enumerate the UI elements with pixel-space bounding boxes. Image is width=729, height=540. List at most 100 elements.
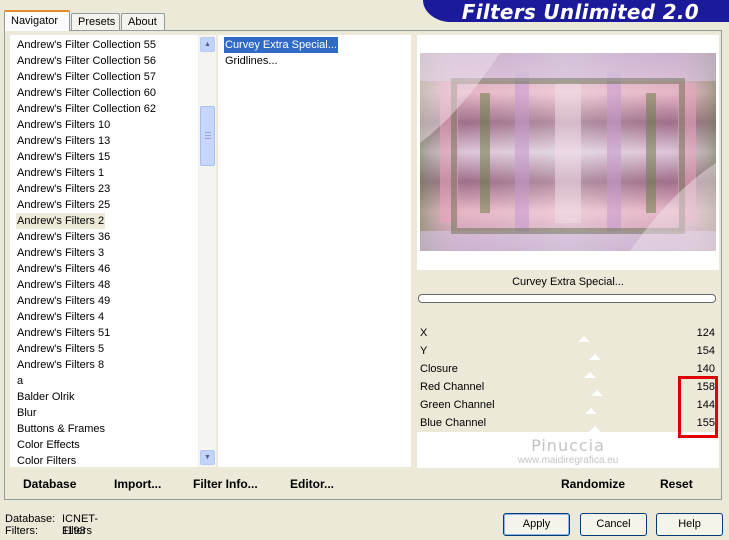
apply-button[interactable]: Apply xyxy=(503,513,570,536)
progress-bar xyxy=(418,294,716,303)
filter-category-item[interactable]: Andrew's Filters 4 xyxy=(10,309,198,325)
filter-category-item[interactable]: Andrew's Filters 13 xyxy=(10,133,198,149)
filter-category-item[interactable]: Andrew's Filters 25 xyxy=(10,197,198,213)
database-label: Database: xyxy=(5,513,56,525)
filter-category-item[interactable]: Color Filters xyxy=(10,453,198,469)
filter-category-label: Color Filters xyxy=(17,455,77,467)
filter-category-item[interactable]: Andrew's Filters 5 xyxy=(10,341,198,357)
filter-category-item[interactable]: Andrew's Filters 1 xyxy=(10,165,198,181)
filters-count: 1193 xyxy=(62,525,86,537)
parameter-label: Blue Channel xyxy=(420,417,487,429)
preview-artwork xyxy=(420,53,716,251)
filter-category-label: Andrew's Filter Collection 62 xyxy=(17,103,157,115)
parameter-value: 124 xyxy=(696,327,715,339)
filter-category-label: Andrew's Filters 36 xyxy=(17,231,111,243)
parameter-slider[interactable]: Closure 140 xyxy=(417,360,719,379)
filter-category-item[interactable]: Andrew's Filters 8 xyxy=(10,357,198,373)
filter-category-item[interactable]: Andrew's Filters 10 xyxy=(10,117,198,133)
filter-category-label: Andrew's Filters 13 xyxy=(17,135,111,147)
filter-category-label: Andrew's Filters 5 xyxy=(17,343,105,355)
filter-category-label: Andrew's Filter Collection 60 xyxy=(17,87,157,99)
cancel-button[interactable]: Cancel xyxy=(580,513,647,536)
effect-label: Gridlines... xyxy=(225,55,278,67)
scroll-up-arrow-icon[interactable]: ▲ xyxy=(200,37,215,52)
parameter-label: X xyxy=(420,327,428,339)
parameter-slider[interactable]: Y 154 xyxy=(417,342,719,361)
filter-category-label: Blur xyxy=(17,407,37,419)
filter-category-label: Andrew's Filters 1 xyxy=(17,167,105,179)
filter-category-item[interactable]: Andrew's Filters 51 xyxy=(10,325,198,341)
filter-category-item[interactable]: Blur xyxy=(10,405,198,421)
reset-button[interactable]: Reset xyxy=(660,477,693,491)
scrollbar-thumb[interactable] xyxy=(200,106,215,166)
filter-category-item[interactable]: Andrew's Filters 46 xyxy=(10,261,198,277)
filter-category-label: Andrew's Filters 3 xyxy=(17,247,105,259)
status-filters: Filters: 1193 xyxy=(5,525,86,537)
filter-category-item[interactable]: Andrew's Filters 48 xyxy=(10,277,198,293)
filter-info-button[interactable]: Filter Info... xyxy=(193,477,258,491)
preview-image xyxy=(420,53,716,251)
banner-title: Filters Unlimited 2.0 xyxy=(461,0,699,24)
import-button[interactable]: Import... xyxy=(114,477,161,491)
database-button[interactable]: Database xyxy=(23,477,76,491)
filter-category-item[interactable]: Andrew's Filter Collection 56 xyxy=(10,53,198,69)
effect-item[interactable]: Curvey Extra Special... xyxy=(218,37,411,53)
filter-category-label: a xyxy=(17,375,24,387)
tab-presets[interactable]: Presets xyxy=(71,13,120,30)
parameter-label: Closure xyxy=(420,363,458,375)
filter-category-item[interactable]: a xyxy=(10,373,198,389)
parameter-value: 154 xyxy=(696,345,715,357)
scroll-down-arrow-icon[interactable]: ▼ xyxy=(200,450,215,465)
filter-category-item[interactable]: Andrew's Filter Collection 62 xyxy=(10,101,198,117)
filter-category-label: Buttons & Frames xyxy=(17,423,106,435)
filter-category-label: Andrew's Filters 51 xyxy=(17,327,111,339)
filter-category-item[interactable]: Andrew's Filters 49 xyxy=(10,293,198,309)
filter-category-label: Andrew's Filters 15 xyxy=(17,151,111,163)
filter-category-label: Andrew's Filters 8 xyxy=(17,359,105,371)
filter-category-item[interactable]: Andrew's Filters 2 xyxy=(10,213,198,229)
filter-category-item[interactable]: Andrew's Filters 23 xyxy=(10,181,198,197)
parameter-label: Green Channel xyxy=(420,399,495,411)
parameter-slider[interactable]: Blue Channel 155 xyxy=(417,414,719,433)
tab-navigator[interactable]: Navigator xyxy=(4,10,70,31)
highlight-box xyxy=(678,376,718,438)
selected-effect-name: Curvey Extra Special... xyxy=(417,270,719,294)
watermark: Pinuccia www.maidiregrafica.eu xyxy=(417,437,719,467)
filter-category-item[interactable]: Andrew's Filter Collection 57 xyxy=(10,69,198,85)
filter-category-item[interactable]: Andrew's Filter Collection 55 xyxy=(10,37,198,53)
filter-category-label: Color Effects xyxy=(17,439,80,451)
filters-label: Filters: xyxy=(5,525,38,537)
tab-about[interactable]: About xyxy=(121,13,165,30)
effect-label: Curvey Extra Special... xyxy=(224,37,338,53)
filter-category-label: Andrew's Filters 46 xyxy=(17,263,111,275)
filter-category-label: Andrew's Filters 2 xyxy=(16,213,106,229)
parameter-slider[interactable]: Green Channel 144 xyxy=(417,396,719,415)
filter-category-rows: Andrew's Filter Collection 55 Andrew's Fi… xyxy=(10,37,198,469)
watermark-site: www.maidiregrafica.eu xyxy=(517,455,619,466)
parameter-slider[interactable]: Red Channel 158 xyxy=(417,378,719,397)
filter-category-label: Andrew's Filters 23 xyxy=(17,183,111,195)
filter-category-label: Andrew's Filter Collection 56 xyxy=(17,55,157,67)
title-banner: Filters Unlimited 2.0 xyxy=(423,0,729,24)
filter-category-item[interactable]: Andrew's Filters 36 xyxy=(10,229,198,245)
filter-category-item[interactable]: Andrew's Filters 15 xyxy=(10,149,198,165)
effect-rows: Curvey Extra Special... Gridlines... xyxy=(218,37,411,69)
editor-button[interactable]: Editor... xyxy=(290,477,334,491)
help-button[interactable]: Help xyxy=(656,513,723,536)
effect-list[interactable]: Curvey Extra Special... Gridlines... xyxy=(218,35,411,467)
slider-thumb[interactable] xyxy=(588,426,603,433)
filter-list-scrollbar[interactable]: ▲ ▼ xyxy=(198,35,216,467)
parameter-slider[interactable]: X 124 xyxy=(417,324,719,343)
effect-item[interactable]: Gridlines... xyxy=(218,53,411,69)
filter-category-item[interactable]: Color Effects xyxy=(10,437,198,453)
parameter-label: Y xyxy=(420,345,428,357)
filter-category-list[interactable]: Andrew's Filter Collection 55 Andrew's Fi… xyxy=(10,35,216,469)
filter-category-item[interactable]: Balder Olrik xyxy=(10,389,198,405)
filter-category-item[interactable]: Andrew's Filter Collection 60 xyxy=(10,85,198,101)
filter-category-label: Andrew's Filters 49 xyxy=(17,295,111,307)
filter-category-item[interactable]: Andrew's Filters 3 xyxy=(10,245,198,261)
randomize-button[interactable]: Randomize xyxy=(561,477,625,491)
filter-category-item[interactable]: Buttons & Frames xyxy=(10,421,198,437)
watermark-name: Pinuccia xyxy=(531,436,605,455)
filter-category-label: Andrew's Filter Collection 55 xyxy=(17,39,157,51)
